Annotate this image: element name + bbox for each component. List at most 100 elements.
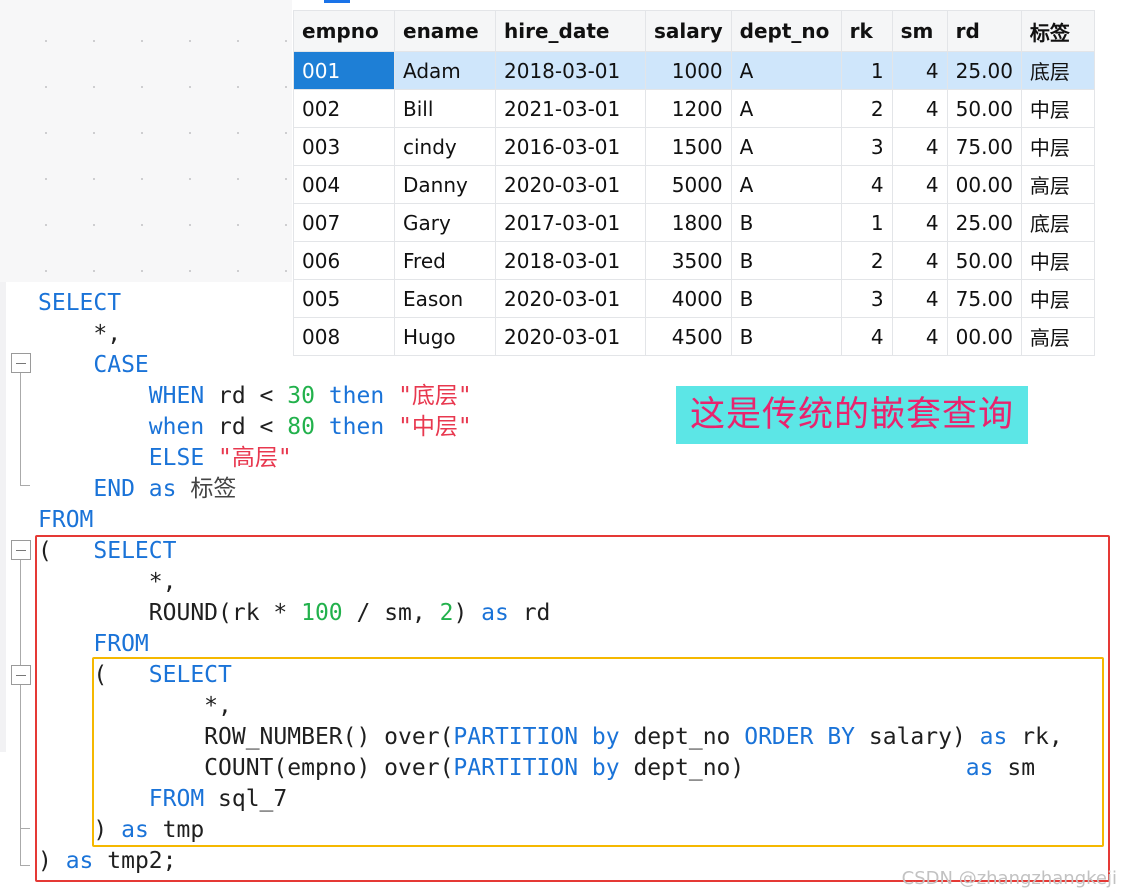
table-cell-empno[interactable]: 007 xyxy=(293,203,395,242)
column-header-hire_date[interactable]: hire_date xyxy=(495,10,646,52)
table-cell-salary[interactable]: 1000 xyxy=(645,51,732,90)
table-cell-salary[interactable]: 5000 xyxy=(645,165,732,204)
nested-query-annotation: 这是传统的嵌套查询 xyxy=(676,386,1028,444)
fold-toggle-inner-subquery-icon[interactable] xyxy=(11,665,31,685)
code-line[interactable]: FROM xyxy=(38,505,93,536)
table-cell-ename[interactable]: Bill xyxy=(394,89,496,128)
column-header-empno[interactable]: empno xyxy=(293,10,395,52)
table-cell-salary[interactable]: 1500 xyxy=(645,127,732,166)
table-cell-rk[interactable]: 2 xyxy=(840,89,893,128)
table-cell-rk[interactable]: 2 xyxy=(840,241,893,280)
table-row[interactable]: 003 cindy 2016-03-01 1500 A 3 4 75.00 中层 xyxy=(293,127,1095,166)
code-token: END xyxy=(93,476,135,502)
column-header-rd[interactable]: rd xyxy=(946,10,1022,52)
table-cell-sm[interactable]: 4 xyxy=(891,89,948,128)
table-cell-dept_no[interactable]: A xyxy=(730,127,842,166)
table-row[interactable]: 001 Adam 2018-03-01 1000 A 1 4 25.00 底层 xyxy=(293,51,1095,90)
table-cell-标签[interactable]: 底层 xyxy=(1020,203,1095,242)
code-token: SELECT xyxy=(38,290,122,316)
table-cell-标签[interactable]: 中层 xyxy=(1020,89,1095,128)
table-cell-rd[interactable]: 25.00 xyxy=(946,203,1022,242)
column-header-sm[interactable]: sm xyxy=(891,10,948,52)
table-cell-sm[interactable]: 4 xyxy=(891,165,948,204)
table-row[interactable]: 004 Danny 2020-03-01 5000 A 4 4 00.00 高层 xyxy=(293,165,1095,204)
table-cell-rd[interactable]: 00.00 xyxy=(946,165,1022,204)
table-cell-empno[interactable]: 001 xyxy=(293,51,395,90)
table-cell-标签[interactable]: 中层 xyxy=(1020,127,1095,166)
fold-toggle-case-icon[interactable] xyxy=(11,353,31,373)
code-token: 30 xyxy=(287,383,315,409)
column-header-rk[interactable]: rk xyxy=(840,10,893,52)
code-token: FROM xyxy=(38,507,94,533)
table-row[interactable]: 002 Bill 2021-03-01 1200 A 2 4 50.00 中层 xyxy=(293,89,1095,128)
table-cell-empno[interactable]: 003 xyxy=(293,127,395,166)
table-row[interactable]: 007 Gary 2017-03-01 1800 B 1 4 25.00 底层 xyxy=(293,203,1095,242)
table-row[interactable]: 006 Fred 2018-03-01 3500 B 2 4 50.00 中层 xyxy=(293,241,1095,280)
table-cell-dept_no[interactable]: A xyxy=(730,165,842,204)
table-cell-rk[interactable]: 4 xyxy=(840,165,893,204)
table-cell-hire_date[interactable]: 2018-03-01 xyxy=(495,51,646,90)
table-cell-dept_no[interactable]: A xyxy=(730,89,842,128)
column-header-dept_no[interactable]: dept_no xyxy=(730,10,842,52)
code-line[interactable]: CASE xyxy=(38,350,149,381)
fold-guide-end xyxy=(20,485,30,486)
table-cell-rd[interactable]: 25.00 xyxy=(946,51,1022,90)
table-cell-dept_no[interactable]: B xyxy=(730,241,842,280)
code-token: ELSE xyxy=(148,445,205,471)
fold-toggle-outer-subquery-icon[interactable] xyxy=(11,540,31,560)
table-cell-hire_date[interactable]: 2021-03-01 xyxy=(495,89,646,128)
dotted-canvas-background xyxy=(0,0,292,282)
column-header-标签[interactable]: 标签 xyxy=(1020,10,1095,52)
table-cell-sm[interactable]: 4 xyxy=(891,51,948,90)
code-token: when xyxy=(148,414,205,440)
table-cell-rd[interactable]: 50.00 xyxy=(946,89,1022,128)
table-cell-ename[interactable]: cindy xyxy=(394,127,496,166)
table-cell-hire_date[interactable]: 2017-03-01 xyxy=(495,203,646,242)
table-cell-rk[interactable]: 1 xyxy=(840,51,893,90)
table-cell-rk[interactable]: 1 xyxy=(840,203,893,242)
table-cell-dept_no[interactable]: A xyxy=(730,51,842,90)
code-token: as xyxy=(148,476,177,502)
table-cell-salary[interactable]: 3500 xyxy=(645,241,732,280)
code-line[interactable]: WHEN rd < 30 then "底层" xyxy=(38,381,472,412)
table-cell-rk[interactable]: 3 xyxy=(840,127,893,166)
table-cell-rd[interactable]: 75.00 xyxy=(946,127,1022,166)
table-cell-empno[interactable]: 002 xyxy=(293,89,395,128)
table-cell-sm[interactable]: 4 xyxy=(891,127,948,166)
code-token: "中层" xyxy=(398,414,472,440)
table-cell-标签[interactable]: 高层 xyxy=(1020,165,1095,204)
table-cell-empno[interactable]: 006 xyxy=(293,241,395,280)
active-tab-indicator xyxy=(324,0,350,3)
table-cell-empno[interactable]: 004 xyxy=(293,165,395,204)
code-line[interactable]: ELSE "高层" xyxy=(38,443,292,474)
column-header-salary[interactable]: salary xyxy=(645,10,732,52)
code-line[interactable]: *, xyxy=(38,319,121,350)
code-token: rd < xyxy=(204,414,288,440)
table-cell-标签[interactable]: 中层 xyxy=(1020,241,1095,280)
table-cell-ename[interactable]: Gary xyxy=(394,203,496,242)
table-header-row: empno ename hire_date salary dept_no rk sm rd 标签 xyxy=(293,10,1095,52)
table-cell-rd[interactable]: 50.00 xyxy=(946,241,1022,280)
table-cell-hire_date[interactable]: 2020-03-01 xyxy=(495,165,646,204)
table-cell-标签[interactable]: 底层 xyxy=(1020,51,1095,90)
table-cell-sm[interactable]: 4 xyxy=(891,241,948,280)
table-cell-ename[interactable]: Adam xyxy=(394,51,496,90)
table-cell-hire_date[interactable]: 2018-03-01 xyxy=(495,241,646,280)
table-cell-ename[interactable]: Danny xyxy=(394,165,496,204)
table-cell-sm[interactable]: 4 xyxy=(891,203,948,242)
code-line[interactable]: END as 标签 xyxy=(38,474,236,505)
code-line[interactable]: when rd < 80 then "中层" xyxy=(38,412,472,443)
table-cell-dept_no[interactable]: B xyxy=(730,203,842,242)
watermark: CSDN @zhangzhangkeji xyxy=(901,868,1117,889)
table-cell-hire_date[interactable]: 2016-03-01 xyxy=(495,127,646,166)
column-header-ename[interactable]: ename xyxy=(394,10,496,52)
table-cell-salary[interactable]: 1200 xyxy=(645,89,732,128)
table-cell-ename[interactable]: Fred xyxy=(394,241,496,280)
table-cell-salary[interactable]: 1800 xyxy=(645,203,732,242)
code-token: CASE xyxy=(93,352,149,378)
code-line[interactable]: SELECT xyxy=(38,288,121,319)
